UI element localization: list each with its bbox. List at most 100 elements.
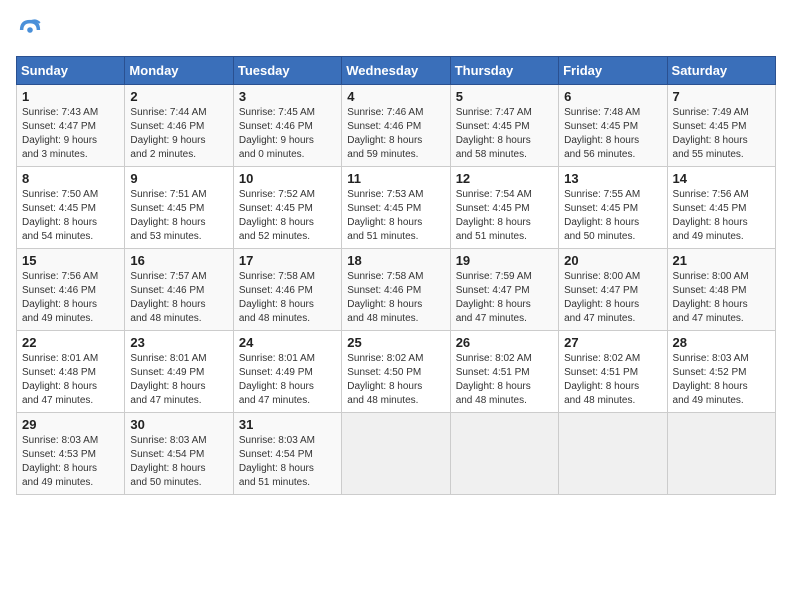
table-row: 5Sunrise: 7:47 AMSunset: 4:45 PMDaylight…	[450, 85, 558, 167]
day-details: Sunrise: 7:44 AMSunset: 4:46 PMDaylight:…	[130, 106, 227, 162]
day-details: Sunrise: 8:02 AMSunset: 4:51 PMDaylight:…	[564, 352, 661, 408]
day-number: 27	[564, 335, 661, 350]
day-number: 22	[22, 335, 119, 350]
calendar-week-4: 29 Sunrise: 8:03 AMSunset: 4:53 PMDayligh…	[17, 413, 776, 495]
day-header-thursday: Thursday	[450, 57, 558, 85]
day-details: Sunrise: 7:47 AMSunset: 4:45 PMDaylight:…	[456, 106, 553, 162]
day-header-tuesday: Tuesday	[233, 57, 341, 85]
day-number: 4	[347, 89, 444, 104]
day-number: 14	[673, 171, 770, 186]
day-header-monday: Monday	[125, 57, 233, 85]
day-details: Sunrise: 7:56 AMSunset: 4:46 PMDaylight:…	[22, 270, 119, 326]
page-header	[16, 16, 776, 44]
day-number: 18	[347, 253, 444, 268]
day-header-wednesday: Wednesday	[342, 57, 450, 85]
table-row: 3 Sunrise: 7:45 AMSunset: 4:46 PMDaylight…	[233, 85, 341, 167]
table-row	[450, 413, 558, 495]
day-number: 3	[239, 89, 336, 104]
day-details: Sunrise: 7:45 AMSunset: 4:46 PMDaylight:…	[239, 106, 336, 162]
table-row: 28 Sunrise: 8:03 AMSunset: 4:52 PMDayligh…	[667, 331, 775, 413]
day-number: 19	[456, 253, 553, 268]
day-details: Sunrise: 7:51 AMSunset: 4:45 PMDaylight:…	[130, 188, 227, 244]
day-number: 9	[130, 171, 227, 186]
day-details: Sunrise: 7:43 AMSunset: 4:47 PMDaylight:…	[22, 106, 119, 162]
day-details: Sunrise: 7:58 AMSunset: 4:46 PMDaylight:…	[239, 270, 336, 326]
day-number: 12	[456, 171, 553, 186]
logo	[16, 16, 50, 44]
table-row: 13Sunrise: 7:55 AMSunset: 4:45 PMDayligh…	[559, 167, 667, 249]
day-details: Sunrise: 8:01 AMSunset: 4:48 PMDaylight:…	[22, 352, 119, 408]
calendar-week-1: 8 Sunrise: 7:50 AMSunset: 4:45 PMDaylight…	[17, 167, 776, 249]
table-row: 21 Sunrise: 8:00 AMSunset: 4:48 PMDayligh…	[667, 249, 775, 331]
table-row: 26 Sunrise: 8:02 AMSunset: 4:51 PMDayligh…	[450, 331, 558, 413]
day-number: 11	[347, 171, 444, 186]
day-details: Sunrise: 7:57 AMSunset: 4:46 PMDaylight:…	[130, 270, 227, 326]
table-row: 9 Sunrise: 7:51 AMSunset: 4:45 PMDaylight…	[125, 167, 233, 249]
day-number: 2	[130, 89, 227, 104]
table-row: 8 Sunrise: 7:50 AMSunset: 4:45 PMDaylight…	[17, 167, 125, 249]
day-details: Sunrise: 8:02 AMSunset: 4:51 PMDaylight:…	[456, 352, 553, 408]
table-row: 17 Sunrise: 7:58 AMSunset: 4:46 PMDayligh…	[233, 249, 341, 331]
day-number: 15	[22, 253, 119, 268]
table-row	[667, 413, 775, 495]
table-row: 19Sunrise: 7:59 AMSunset: 4:47 PMDayligh…	[450, 249, 558, 331]
day-details: Sunrise: 8:01 AMSunset: 4:49 PMDaylight:…	[130, 352, 227, 408]
calendar-week-0: 1Sunrise: 7:43 AMSunset: 4:47 PMDaylight…	[17, 85, 776, 167]
day-details: Sunrise: 7:53 AMSunset: 4:45 PMDaylight:…	[347, 188, 444, 244]
day-details: Sunrise: 7:54 AMSunset: 4:45 PMDaylight:…	[456, 188, 553, 244]
calendar-table: SundayMondayTuesdayWednesdayThursdayFrid…	[16, 56, 776, 495]
table-row: 7Sunrise: 7:49 AMSunset: 4:45 PMDaylight…	[667, 85, 775, 167]
table-row: 6 Sunrise: 7:48 AMSunset: 4:45 PMDaylight…	[559, 85, 667, 167]
day-number: 21	[673, 253, 770, 268]
day-number: 8	[22, 171, 119, 186]
day-number: 20	[564, 253, 661, 268]
table-row: 29 Sunrise: 8:03 AMSunset: 4:53 PMDayligh…	[17, 413, 125, 495]
day-number: 7	[673, 89, 770, 104]
day-number: 23	[130, 335, 227, 350]
day-details: Sunrise: 8:02 AMSunset: 4:50 PMDaylight:…	[347, 352, 444, 408]
table-row: 25 Sunrise: 8:02 AMSunset: 4:50 PMDayligh…	[342, 331, 450, 413]
calendar-week-2: 15 Sunrise: 7:56 AMSunset: 4:46 PMDayligh…	[17, 249, 776, 331]
day-number: 28	[673, 335, 770, 350]
day-details: Sunrise: 7:46 AMSunset: 4:46 PMDaylight:…	[347, 106, 444, 162]
day-number: 24	[239, 335, 336, 350]
table-row: 16 Sunrise: 7:57 AMSunset: 4:46 PMDayligh…	[125, 249, 233, 331]
day-number: 25	[347, 335, 444, 350]
table-row: 15 Sunrise: 7:56 AMSunset: 4:46 PMDayligh…	[17, 249, 125, 331]
table-row: 10 Sunrise: 7:52 AMSunset: 4:45 PMDayligh…	[233, 167, 341, 249]
day-number: 17	[239, 253, 336, 268]
day-number: 31	[239, 417, 336, 432]
table-row: 4 Sunrise: 7:46 AMSunset: 4:46 PMDaylight…	[342, 85, 450, 167]
table-row: 1Sunrise: 7:43 AMSunset: 4:47 PMDaylight…	[17, 85, 125, 167]
day-details: Sunrise: 7:50 AMSunset: 4:45 PMDaylight:…	[22, 188, 119, 244]
table-row: 30Sunrise: 8:03 AMSunset: 4:54 PMDayligh…	[125, 413, 233, 495]
table-row: 11 Sunrise: 7:53 AMSunset: 4:45 PMDayligh…	[342, 167, 450, 249]
table-row: 14 Sunrise: 7:56 AMSunset: 4:45 PMDayligh…	[667, 167, 775, 249]
table-row: 23 Sunrise: 8:01 AMSunset: 4:49 PMDayligh…	[125, 331, 233, 413]
day-details: Sunrise: 8:00 AMSunset: 4:48 PMDaylight:…	[673, 270, 770, 326]
day-details: Sunrise: 8:03 AMSunset: 4:53 PMDaylight:…	[22, 434, 119, 490]
table-row	[559, 413, 667, 495]
day-header-sunday: Sunday	[17, 57, 125, 85]
table-row: 27 Sunrise: 8:02 AMSunset: 4:51 PMDayligh…	[559, 331, 667, 413]
day-header-friday: Friday	[559, 57, 667, 85]
table-row: 24 Sunrise: 8:01 AMSunset: 4:49 PMDayligh…	[233, 331, 341, 413]
day-details: Sunrise: 7:55 AMSunset: 4:45 PMDaylight:…	[564, 188, 661, 244]
day-details: Sunrise: 8:03 AMSunset: 4:54 PMDaylight:…	[239, 434, 336, 490]
day-details: Sunrise: 7:52 AMSunset: 4:45 PMDaylight:…	[239, 188, 336, 244]
day-details: Sunrise: 8:00 AMSunset: 4:47 PMDaylight:…	[564, 270, 661, 326]
day-number: 26	[456, 335, 553, 350]
day-number: 6	[564, 89, 661, 104]
day-number: 10	[239, 171, 336, 186]
day-number: 29	[22, 417, 119, 432]
table-row: 2 Sunrise: 7:44 AMSunset: 4:46 PMDaylight…	[125, 85, 233, 167]
day-details: Sunrise: 7:56 AMSunset: 4:45 PMDaylight:…	[673, 188, 770, 244]
logo-icon	[16, 16, 44, 44]
table-row: 22 Sunrise: 8:01 AMSunset: 4:48 PMDayligh…	[17, 331, 125, 413]
day-details: Sunrise: 8:01 AMSunset: 4:49 PMDaylight:…	[239, 352, 336, 408]
table-row: 20 Sunrise: 8:00 AMSunset: 4:47 PMDayligh…	[559, 249, 667, 331]
day-details: Sunrise: 8:03 AMSunset: 4:52 PMDaylight:…	[673, 352, 770, 408]
day-number: 16	[130, 253, 227, 268]
calendar-week-3: 22 Sunrise: 8:01 AMSunset: 4:48 PMDayligh…	[17, 331, 776, 413]
day-details: Sunrise: 7:48 AMSunset: 4:45 PMDaylight:…	[564, 106, 661, 162]
